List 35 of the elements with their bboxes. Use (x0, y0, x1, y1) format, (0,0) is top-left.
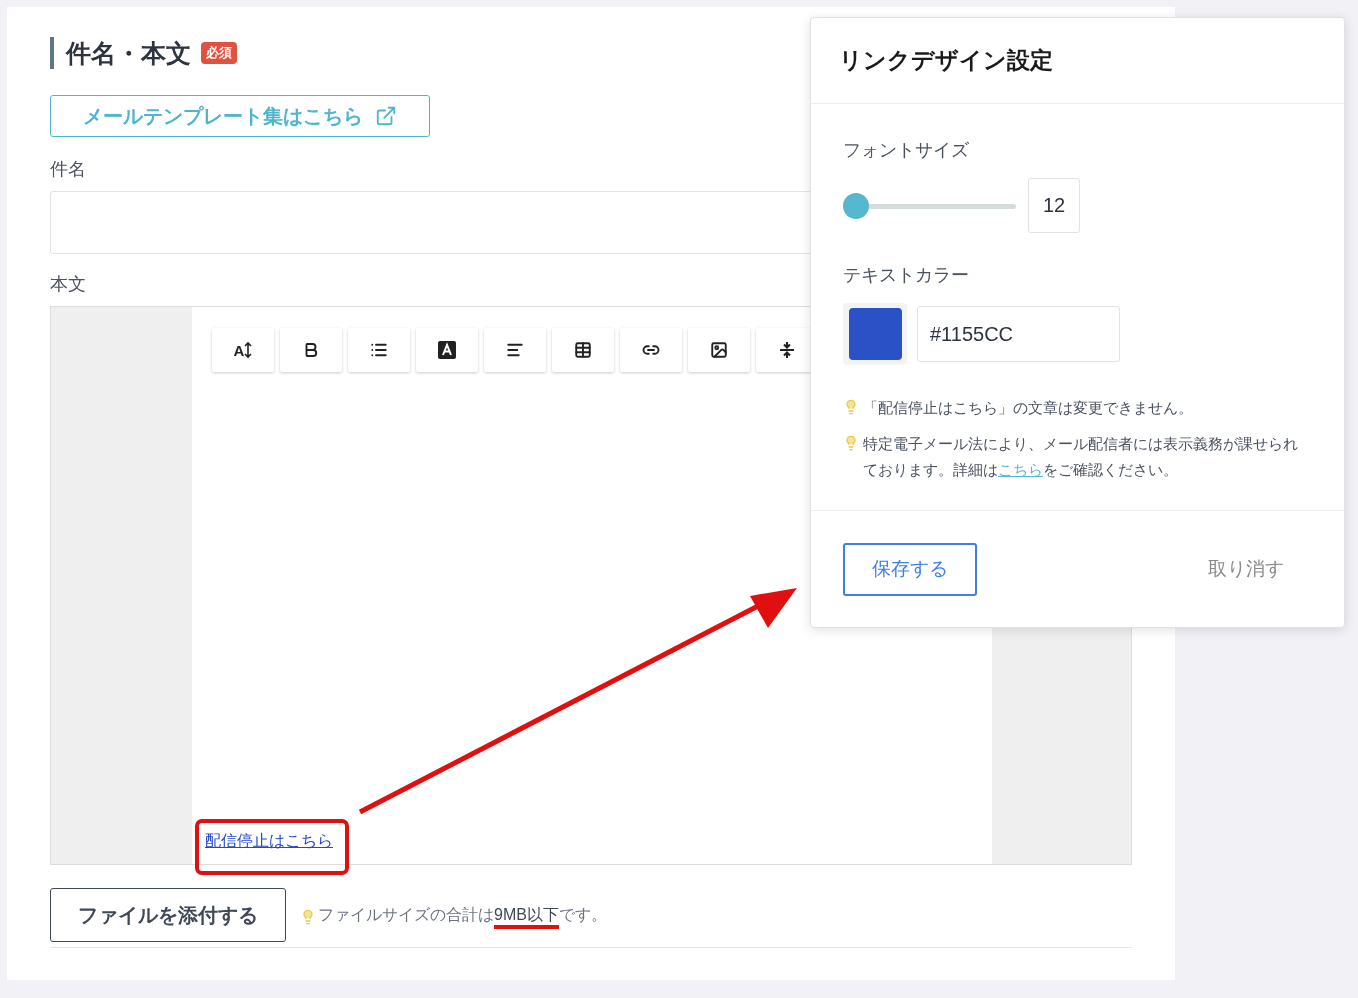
attach-file-button[interactable]: ファイルを添付する (50, 888, 286, 942)
vertical-arrows-icon (244, 341, 253, 359)
vertical-split-icon (778, 341, 796, 359)
file-size-note: ファイルサイズの合計は9MB以下です。 (318, 904, 607, 926)
list-icon (370, 341, 388, 359)
lightbulb-icon (843, 435, 859, 451)
toolbar-button[interactable] (688, 328, 750, 372)
slider-thumb[interactable] (843, 192, 869, 219)
popover-title: リンクデザイン設定 (839, 46, 1053, 75)
toolbar-button[interactable] (552, 328, 614, 372)
cancel-button[interactable]: 取り消す (1208, 556, 1284, 582)
font-size-slider[interactable] (843, 192, 1016, 219)
table-icon (574, 341, 592, 359)
toolbar-button[interactable] (280, 328, 342, 372)
unsubscribe-link[interactable]: 配信停止はこちら (205, 831, 333, 852)
font-size-input[interactable]: 12 (1028, 178, 1080, 233)
align-left-icon (506, 341, 524, 359)
toolbar-button[interactable]: A (212, 328, 274, 372)
save-button[interactable]: 保存する (843, 542, 977, 596)
lightbulb-icon (843, 399, 859, 415)
toolbar-button[interactable] (348, 328, 410, 372)
required-badge: 必須 (201, 42, 237, 64)
color-code-input[interactable]: #1155CC (917, 306, 1120, 362)
external-link-icon (375, 105, 397, 127)
toolbar-button[interactable] (484, 328, 546, 372)
image-icon (710, 341, 728, 359)
field-label: 件名 (50, 158, 86, 181)
toolbar-button[interactable] (416, 328, 478, 372)
toolbar-button[interactable] (620, 328, 682, 372)
text-color-label: テキストカラー (843, 264, 969, 287)
lightbulb-icon (300, 909, 316, 925)
section-title: 件名・本文 (50, 37, 191, 69)
field-label: 本文 (50, 273, 86, 296)
text-color-icon (438, 341, 456, 359)
font-size-label: フォントサイズ (843, 139, 969, 162)
